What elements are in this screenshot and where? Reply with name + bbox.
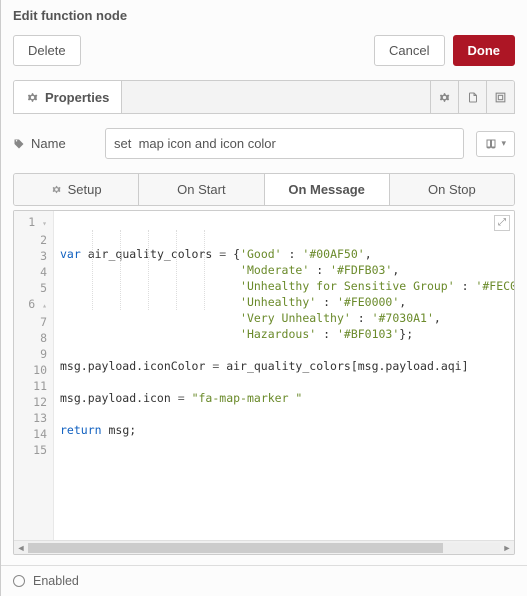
gear-icon (438, 91, 451, 104)
tab-on-start[interactable]: On Start (139, 174, 264, 205)
tab-setup[interactable]: Setup (14, 174, 139, 205)
tab-setup-label: Setup (68, 182, 102, 197)
done-button[interactable]: Done (453, 35, 516, 66)
tab-properties-label: Properties (45, 90, 109, 105)
cancel-button[interactable]: Cancel (374, 35, 444, 66)
name-row: Name ▾ (13, 128, 515, 159)
panel-title: Edit function node (1, 0, 527, 27)
expand-icon: ⤢ (498, 215, 506, 231)
line-gutter: 1 ▾ 2 3 4 5 6 ▴ 7 8 9 10 11 12 13 14 15 (14, 211, 54, 540)
gear-icon (26, 91, 39, 104)
name-label: Name (13, 136, 93, 151)
node-settings-button[interactable] (430, 81, 458, 113)
delete-button[interactable]: Delete (13, 35, 81, 66)
enabled-label: Enabled (33, 574, 79, 588)
code-editor[interactable]: 1 ▾ 2 3 4 5 6 ▴ 7 8 9 10 11 12 13 14 15 … (13, 210, 515, 555)
code-area[interactable]: var air_quality_colors = {'Good' : '#00A… (54, 211, 514, 540)
section-tabs: Properties (13, 80, 515, 114)
file-icon (467, 91, 479, 104)
scroll-right-arrow[interactable]: ► (500, 543, 514, 553)
book-icon (485, 138, 497, 150)
caret-down-icon: ▾ (501, 138, 506, 149)
tag-icon (13, 138, 25, 150)
scrollbar-thumb[interactable] (28, 543, 443, 553)
name-label-text: Name (31, 136, 66, 151)
node-appearance-button[interactable] (486, 81, 514, 113)
grid-icon (494, 91, 507, 104)
name-input[interactable] (105, 128, 464, 159)
tab-properties[interactable]: Properties (14, 81, 121, 113)
tab-on-message[interactable]: On Message (265, 174, 390, 205)
expand-editor-button[interactable]: ⤢ (494, 215, 510, 231)
enabled-toggle[interactable] (13, 575, 25, 587)
scroll-left-arrow[interactable]: ◄ (14, 543, 28, 553)
node-description-button[interactable] (458, 81, 486, 113)
gear-icon (51, 184, 62, 195)
editor-tabs: Setup On Start On Message On Stop (13, 173, 515, 206)
icon-picker-button[interactable]: ▾ (476, 131, 515, 157)
tab-on-stop[interactable]: On Stop (390, 174, 514, 205)
horizontal-scrollbar[interactable]: ◄ ► (14, 540, 514, 554)
footer: Enabled (1, 565, 527, 596)
action-buttons: Delete Cancel Done (1, 27, 527, 80)
